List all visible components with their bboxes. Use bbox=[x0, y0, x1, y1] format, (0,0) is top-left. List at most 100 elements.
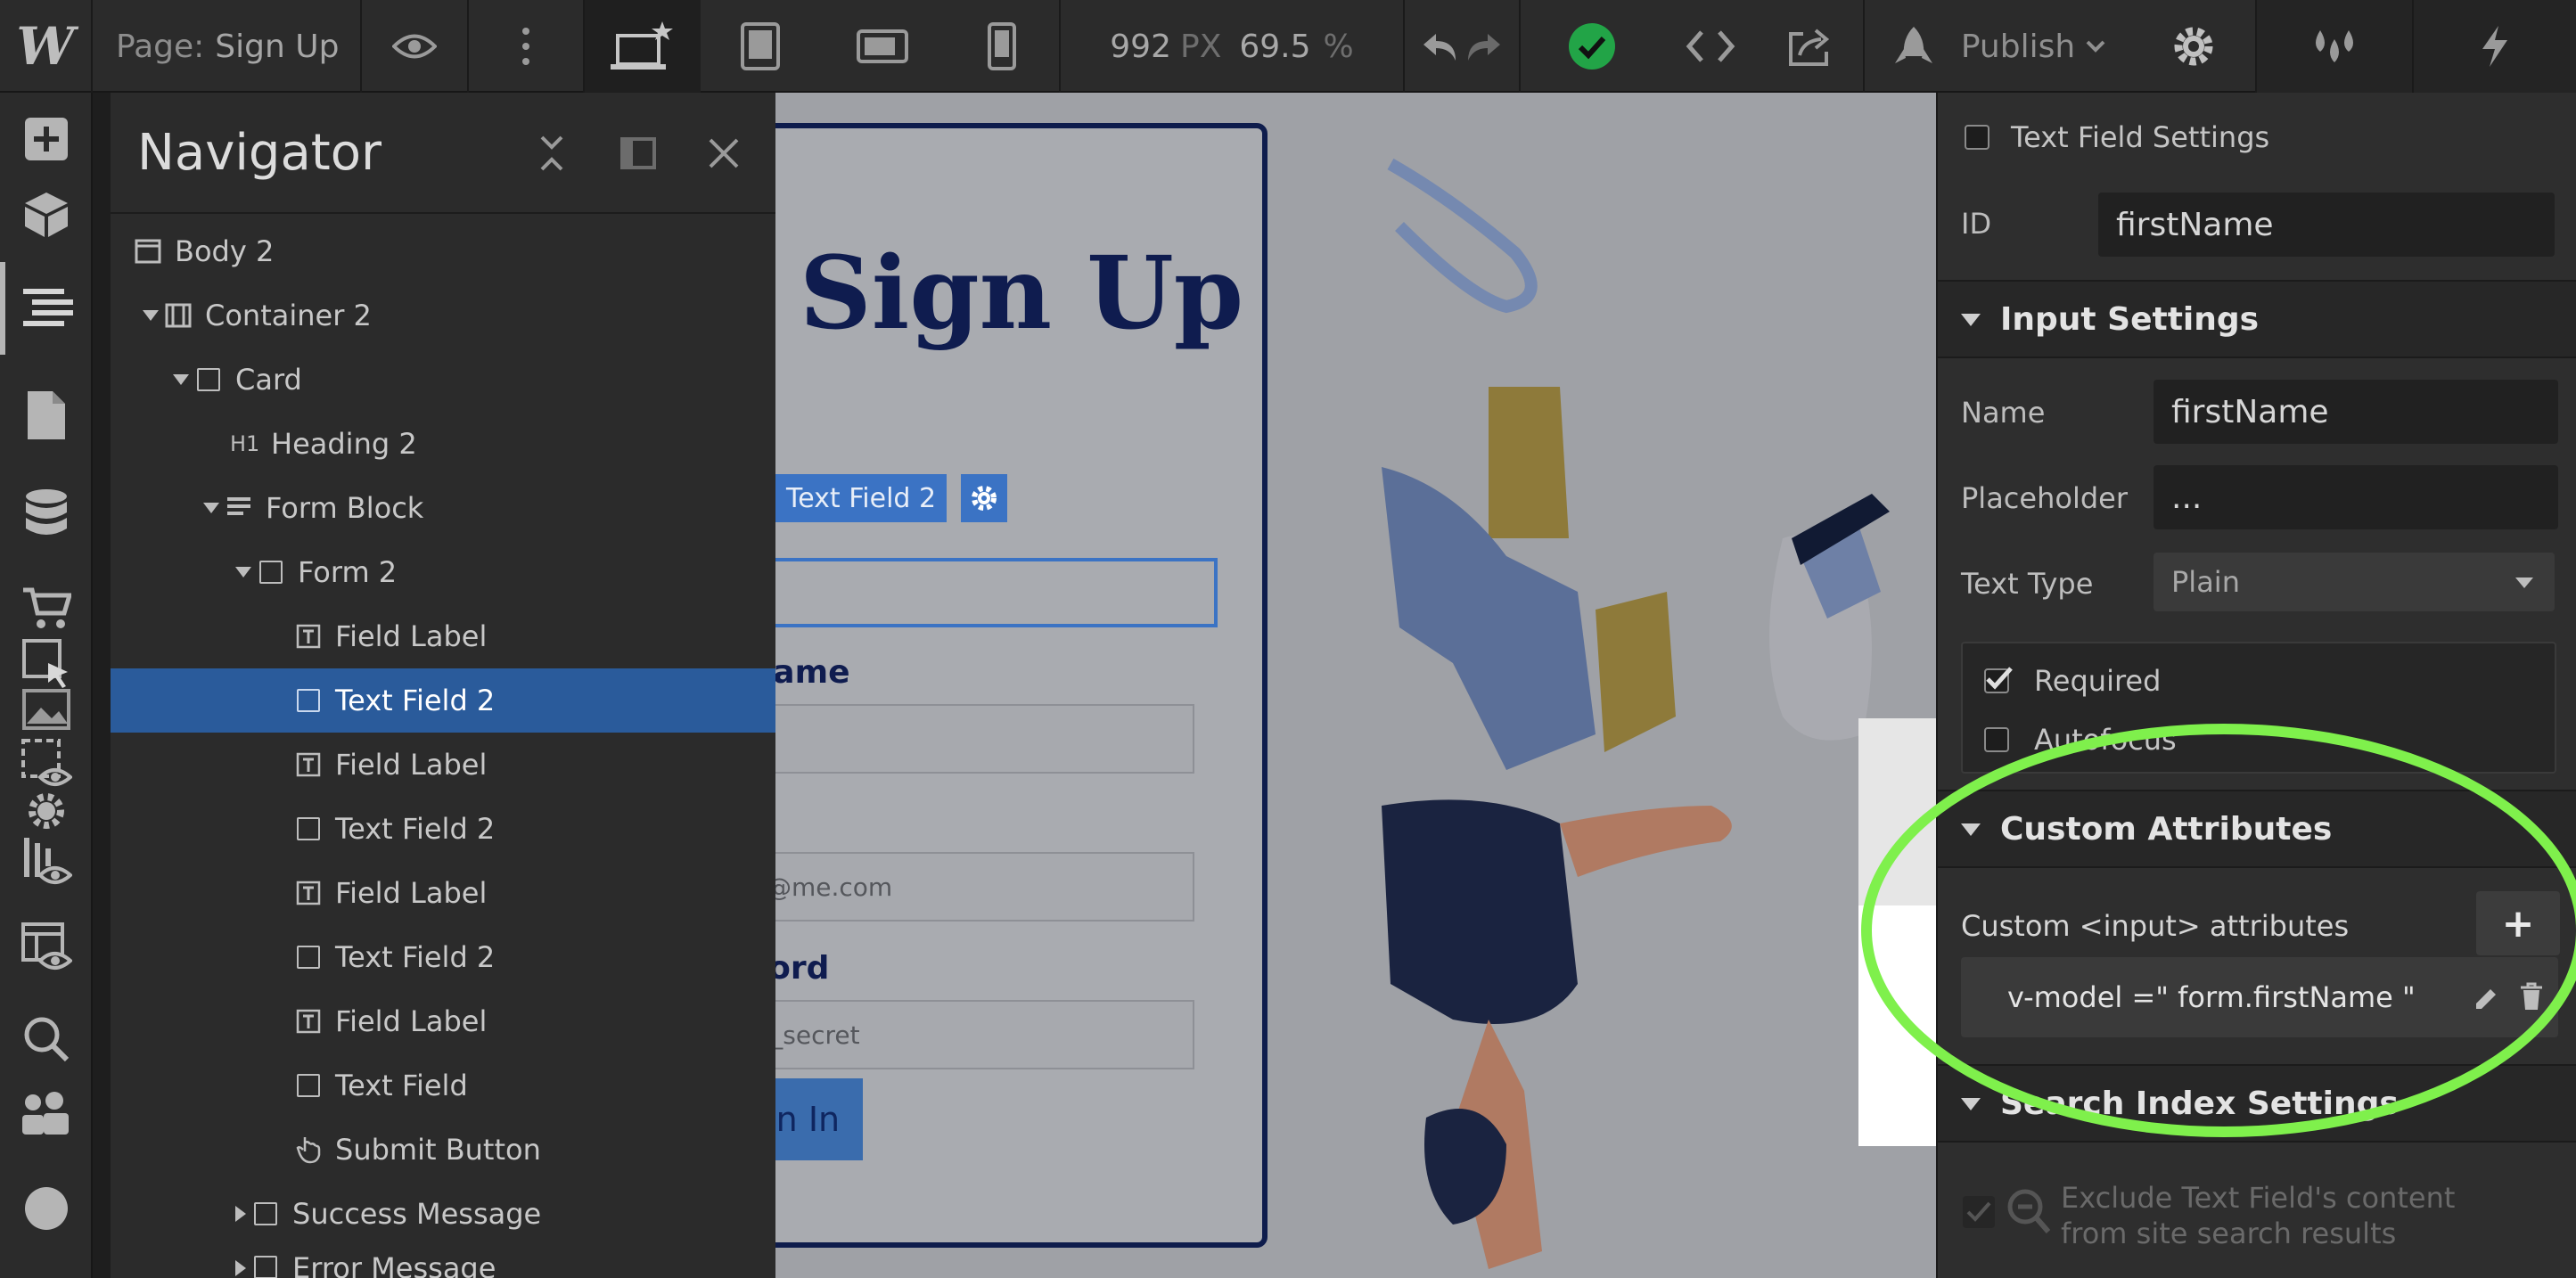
caret-down-icon[interactable] bbox=[173, 374, 189, 385]
nav-item-submit-button[interactable]: Submit Button bbox=[111, 1118, 775, 1182]
element-checkbox-icon bbox=[1965, 125, 1989, 150]
caret-down-icon[interactable] bbox=[235, 567, 251, 578]
code-brackets-icon bbox=[1686, 30, 1735, 62]
nav-item-field-label[interactable]: Field Label bbox=[111, 861, 775, 925]
nav-item-label: Field Label bbox=[335, 619, 488, 653]
check-circle-icon bbox=[1569, 23, 1615, 70]
section-title: Input Settings bbox=[2000, 300, 2260, 338]
password-label[interactable]: ssword bbox=[775, 950, 829, 987]
users-button[interactable] bbox=[0, 1068, 93, 1160]
redo-icon[interactable] bbox=[1464, 30, 1504, 62]
input-settings-section[interactable]: Input Settings bbox=[1938, 280, 2576, 358]
nav-item-error-message[interactable]: Error Message bbox=[111, 1246, 775, 1278]
exclude-search-row[interactable]: Exclude Text Field's content from site s… bbox=[1961, 1173, 2567, 1262]
name-label: Name bbox=[1961, 396, 2046, 430]
dock-panel-icon[interactable] bbox=[620, 137, 656, 169]
first-name-input[interactable] bbox=[775, 704, 1194, 774]
body-icon bbox=[134, 237, 162, 266]
text-label-icon bbox=[294, 622, 323, 651]
settings-button[interactable] bbox=[2132, 0, 2257, 93]
nav-item-label: Success Message bbox=[292, 1197, 542, 1231]
nav-item-heading[interactable]: H1 Heading 2 bbox=[111, 412, 775, 476]
email-input[interactable]: mail@me.com bbox=[775, 852, 1194, 922]
exclude-text-line1: Exclude Text Field's content bbox=[2061, 1181, 2456, 1215]
sign-in-button[interactable]: Sign In bbox=[775, 1078, 863, 1160]
nav-item-field-label[interactable]: Field Label bbox=[111, 989, 775, 1053]
navigator-header: Navigator bbox=[111, 93, 775, 214]
password-input[interactable]: uper_secret bbox=[775, 1000, 1194, 1069]
style-preview-button[interactable] bbox=[0, 815, 93, 907]
nav-item-field-label[interactable]: Field Label bbox=[111, 604, 775, 668]
nav-item-success-message[interactable]: Success Message bbox=[111, 1182, 775, 1246]
nav-item-card[interactable]: Card bbox=[111, 348, 775, 412]
help-button[interactable] bbox=[0, 1162, 93, 1255]
gear-icon bbox=[972, 486, 997, 511]
layout-preview-button[interactable] bbox=[0, 900, 93, 993]
export-button[interactable] bbox=[1758, 0, 1865, 93]
status-button[interactable] bbox=[1521, 0, 1663, 93]
gear-icon bbox=[2174, 27, 2213, 66]
interactions-button[interactable] bbox=[2414, 0, 2576, 93]
undo-icon[interactable] bbox=[1420, 30, 1459, 62]
navigator-title: Navigator bbox=[137, 123, 382, 182]
nav-item-label: Error Message bbox=[292, 1251, 496, 1278]
style-manager-button[interactable] bbox=[2257, 0, 2414, 93]
selected-text-field[interactable] bbox=[775, 558, 1218, 627]
nav-item-text-field[interactable]: Text Field 2 bbox=[111, 925, 775, 989]
collapse-all-icon[interactable] bbox=[538, 134, 565, 173]
breakpoint-portrait-button[interactable] bbox=[945, 0, 1061, 93]
preview-button[interactable] bbox=[362, 0, 469, 93]
caret-right-icon[interactable] bbox=[235, 1206, 246, 1222]
close-icon[interactable] bbox=[708, 137, 740, 169]
caret-down-icon bbox=[1961, 1098, 1981, 1110]
pages-button[interactable] bbox=[0, 369, 93, 462]
caret-right-icon[interactable] bbox=[235, 1260, 246, 1276]
element-settings-button[interactable] bbox=[961, 474, 1007, 522]
nav-item-body[interactable]: Body 2 bbox=[111, 219, 775, 283]
page-selector[interactable]: Page: Sign Up bbox=[93, 0, 362, 93]
caret-down-icon[interactable] bbox=[143, 310, 159, 321]
caret-down-icon[interactable] bbox=[203, 503, 219, 513]
help-circle-icon bbox=[25, 1187, 68, 1230]
more-options-button[interactable] bbox=[469, 0, 585, 93]
autofocus-checkbox[interactable] bbox=[1984, 727, 2009, 752]
breakpoint-desktop-button[interactable] bbox=[585, 0, 701, 93]
hand-pointer-icon bbox=[294, 1135, 323, 1164]
id-input[interactable]: firstName bbox=[2098, 193, 2555, 257]
nav-item-form[interactable]: Form 2 bbox=[111, 540, 775, 604]
container-icon bbox=[164, 301, 193, 330]
left-toolbar bbox=[0, 93, 93, 1278]
cms-button[interactable] bbox=[0, 467, 93, 560]
nav-item-text-field[interactable]: Text Field bbox=[111, 1053, 775, 1118]
publish-button[interactable]: Publish bbox=[1865, 0, 2132, 93]
nav-item-label: Field Label bbox=[335, 1004, 488, 1038]
nav-item-text-field[interactable]: Text Field 2 bbox=[111, 797, 775, 861]
design-canvas[interactable]: Sign Up st Name nail mail@me.com ssword … bbox=[775, 93, 1936, 1278]
required-checkbox[interactable] bbox=[1984, 667, 2013, 693]
element-tag[interactable]: Text Field 2 bbox=[775, 474, 948, 522]
navigator-button[interactable] bbox=[0, 262, 93, 355]
nav-item-field-label[interactable]: Field Label bbox=[111, 733, 775, 797]
nav-item-label: Text Field bbox=[335, 1069, 468, 1102]
name-input[interactable]: firstName bbox=[2154, 380, 2558, 444]
signup-heading[interactable]: Sign Up bbox=[775, 235, 1271, 352]
nav-item-container[interactable]: Container 2 bbox=[111, 283, 775, 348]
breakpoint-landscape-button[interactable] bbox=[820, 0, 945, 93]
undo-redo-group[interactable] bbox=[1405, 0, 1521, 93]
webflow-logo[interactable]: W bbox=[0, 0, 93, 93]
cube-icon bbox=[25, 193, 68, 237]
placeholder-input[interactable]: ... bbox=[2154, 465, 2558, 529]
breakpoint-tablet-button[interactable] bbox=[701, 0, 820, 93]
nav-item-form-block[interactable]: Form Block bbox=[111, 476, 775, 540]
settings-title: Text Field Settings bbox=[2011, 120, 2270, 154]
symbols-button[interactable] bbox=[0, 168, 93, 260]
exclude-text-line2: from site search results bbox=[2061, 1217, 2397, 1250]
required-row[interactable]: Required bbox=[1938, 656, 2576, 706]
nav-item-text-field-selected[interactable]: Text Field 2 bbox=[111, 668, 775, 733]
signup-card[interactable]: Sign Up st Name nail mail@me.com ssword … bbox=[775, 123, 1267, 1248]
code-button[interactable] bbox=[1663, 0, 1758, 93]
first-name-label[interactable]: st Name bbox=[775, 654, 850, 691]
text-type-select[interactable]: Plain bbox=[2154, 553, 2555, 611]
check-icon[interactable] bbox=[1961, 1194, 1997, 1230]
text-type-label: Text Type bbox=[1961, 567, 2094, 601]
